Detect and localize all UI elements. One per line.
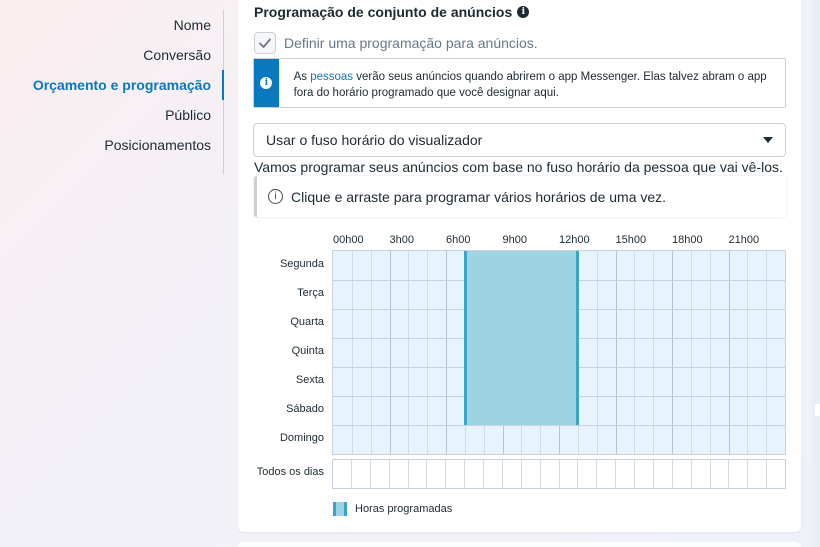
grid-line <box>427 251 429 454</box>
all-days-cell[interactable] <box>729 460 749 488</box>
notice-suffix: verão seus anúncios quando abrirem o app… <box>293 71 767 99</box>
section-title-text: Programação de conjunto de anúncios <box>254 4 513 20</box>
info-icon[interactable]: i <box>517 6 530 18</box>
info-circle-icon: i <box>268 189 283 204</box>
grid-line <box>446 251 447 454</box>
sidebar-item-orcamento[interactable]: Orçamento e programação <box>0 70 224 100</box>
grid-line <box>766 251 768 454</box>
timezone-description: Vamos programar seus anúncios com base n… <box>254 159 783 175</box>
all-days-cell[interactable] <box>484 460 503 488</box>
grid-line <box>672 251 673 454</box>
schedule-checkbox-label: Definir uma programação para anúncios. <box>284 35 538 51</box>
all-days-cell[interactable] <box>673 460 692 488</box>
sidebar-item-publico[interactable]: Público <box>0 100 224 130</box>
info-notice: i As pessoas verão seus anúncios quando … <box>253 58 786 108</box>
next-card <box>238 542 801 547</box>
schedule-checkbox-row: Definir uma programação para anúncios. <box>254 32 538 54</box>
day-label: Segunda <box>279 258 324 270</box>
legend-swatch <box>333 502 347 516</box>
grid-line <box>615 251 617 454</box>
all-days-cell[interactable] <box>352 460 371 488</box>
grid-line <box>351 251 353 454</box>
all-days-cell[interactable] <box>465 460 484 488</box>
drag-hint: i Clique e arraste para programar vários… <box>254 176 786 217</box>
all-days-cell[interactable] <box>635 460 654 488</box>
all-days-cell[interactable] <box>692 460 711 488</box>
timezone-select-value: Usar o fuso horário do visualizador <box>266 132 483 148</box>
sidebar-item-nome[interactable]: Nome <box>0 10 224 40</box>
all-days-cell[interactable] <box>541 460 560 488</box>
hour-label: 18h00 <box>672 234 703 246</box>
schedule-card: Programação de conjunto de anúncios i De… <box>238 0 801 532</box>
section-title: Programação de conjunto de anúncios i <box>254 4 530 20</box>
people-link[interactable]: pessoas <box>310 71 353 83</box>
hour-label: 21h00 <box>728 234 760 246</box>
all-days-cell[interactable] <box>371 460 390 488</box>
day-label: Domingo <box>279 432 324 444</box>
hour-label: 6h00 <box>446 234 471 246</box>
hour-label: 12h00 <box>559 234 590 246</box>
scheduled-hours-block[interactable] <box>463 251 579 425</box>
all-days-cell[interactable] <box>767 460 785 488</box>
all-days-cell[interactable] <box>597 460 617 488</box>
grid-line <box>596 251 598 454</box>
hour-label: 00h00 <box>333 234 364 246</box>
hour-labels: 00h00 3h00 6h00 9h00 12h00 15h00 18h00 21h00 <box>333 234 786 248</box>
all-days-cell[interactable] <box>427 460 447 488</box>
all-days-cell[interactable] <box>446 460 466 488</box>
day-label: Quarta <box>290 316 324 328</box>
chevron-down-icon <box>763 137 773 143</box>
notice-icon-box: i <box>254 59 279 107</box>
all-days-row[interactable] <box>332 459 786 489</box>
grid-line <box>728 251 730 454</box>
hour-label: 9h00 <box>502 234 527 246</box>
legend-label: Horas programadas <box>355 503 453 515</box>
all-days-cell[interactable] <box>390 460 409 488</box>
day-label: Terça <box>297 287 324 299</box>
all-days-cell[interactable] <box>522 460 541 488</box>
notice-prefix: As <box>293 71 311 83</box>
grid-line <box>389 251 391 454</box>
schedule-grid[interactable] <box>332 250 786 455</box>
all-days-cell[interactable] <box>711 460 730 488</box>
grid-line <box>408 251 410 454</box>
all-days-cell[interactable] <box>578 460 598 488</box>
checkmark-icon <box>259 38 271 48</box>
right-panel-marker <box>815 404 820 416</box>
schedule-checkbox[interactable] <box>254 32 276 54</box>
sidebar-item-conversao[interactable]: Conversão <box>0 40 224 70</box>
sidebar-item-posicionamentos[interactable]: Posicionamentos <box>0 130 224 160</box>
hour-label: 3h00 <box>389 234 414 246</box>
timezone-select[interactable]: Usar o fuso horário do visualizador <box>253 123 786 157</box>
day-label: Quinta <box>291 345 324 357</box>
all-days-cell[interactable] <box>654 460 673 488</box>
grid-line <box>370 251 372 454</box>
legend: Horas programadas <box>333 502 452 516</box>
grid-line <box>690 251 692 454</box>
grid-line <box>747 251 749 454</box>
all-days-cell[interactable] <box>333 460 352 488</box>
sidebar-divider <box>0 160 224 174</box>
all-days-cell[interactable] <box>503 460 522 488</box>
all-days-cell[interactable] <box>560 460 579 488</box>
grid-line <box>653 251 655 454</box>
day-label: Sábado <box>286 403 324 415</box>
all-days-cell[interactable] <box>616 460 635 488</box>
hour-label: 15h00 <box>615 234 647 246</box>
info-icon: i <box>260 77 273 89</box>
grid-line <box>709 251 711 454</box>
day-label: Sexta <box>295 374 324 386</box>
grid-line <box>333 425 785 426</box>
notice-text: As pessoas verão seus anúncios quando ab… <box>279 59 785 107</box>
drag-hint-text: Clique e arraste para programar vários h… <box>291 188 667 205</box>
all-days-label: Todos os dias <box>256 466 324 478</box>
grid-line <box>634 251 636 454</box>
all-days-cell[interactable] <box>409 460 428 488</box>
schedule-grid-section: 00h00 3h00 6h00 9h00 12h00 15h00 18h00 21h00 Se… <box>253 226 786 526</box>
all-days-cell[interactable] <box>748 460 768 488</box>
sidebar-nav: Nome Conversão Orçamento e programação P… <box>0 10 224 174</box>
right-panel-edge <box>812 0 820 547</box>
